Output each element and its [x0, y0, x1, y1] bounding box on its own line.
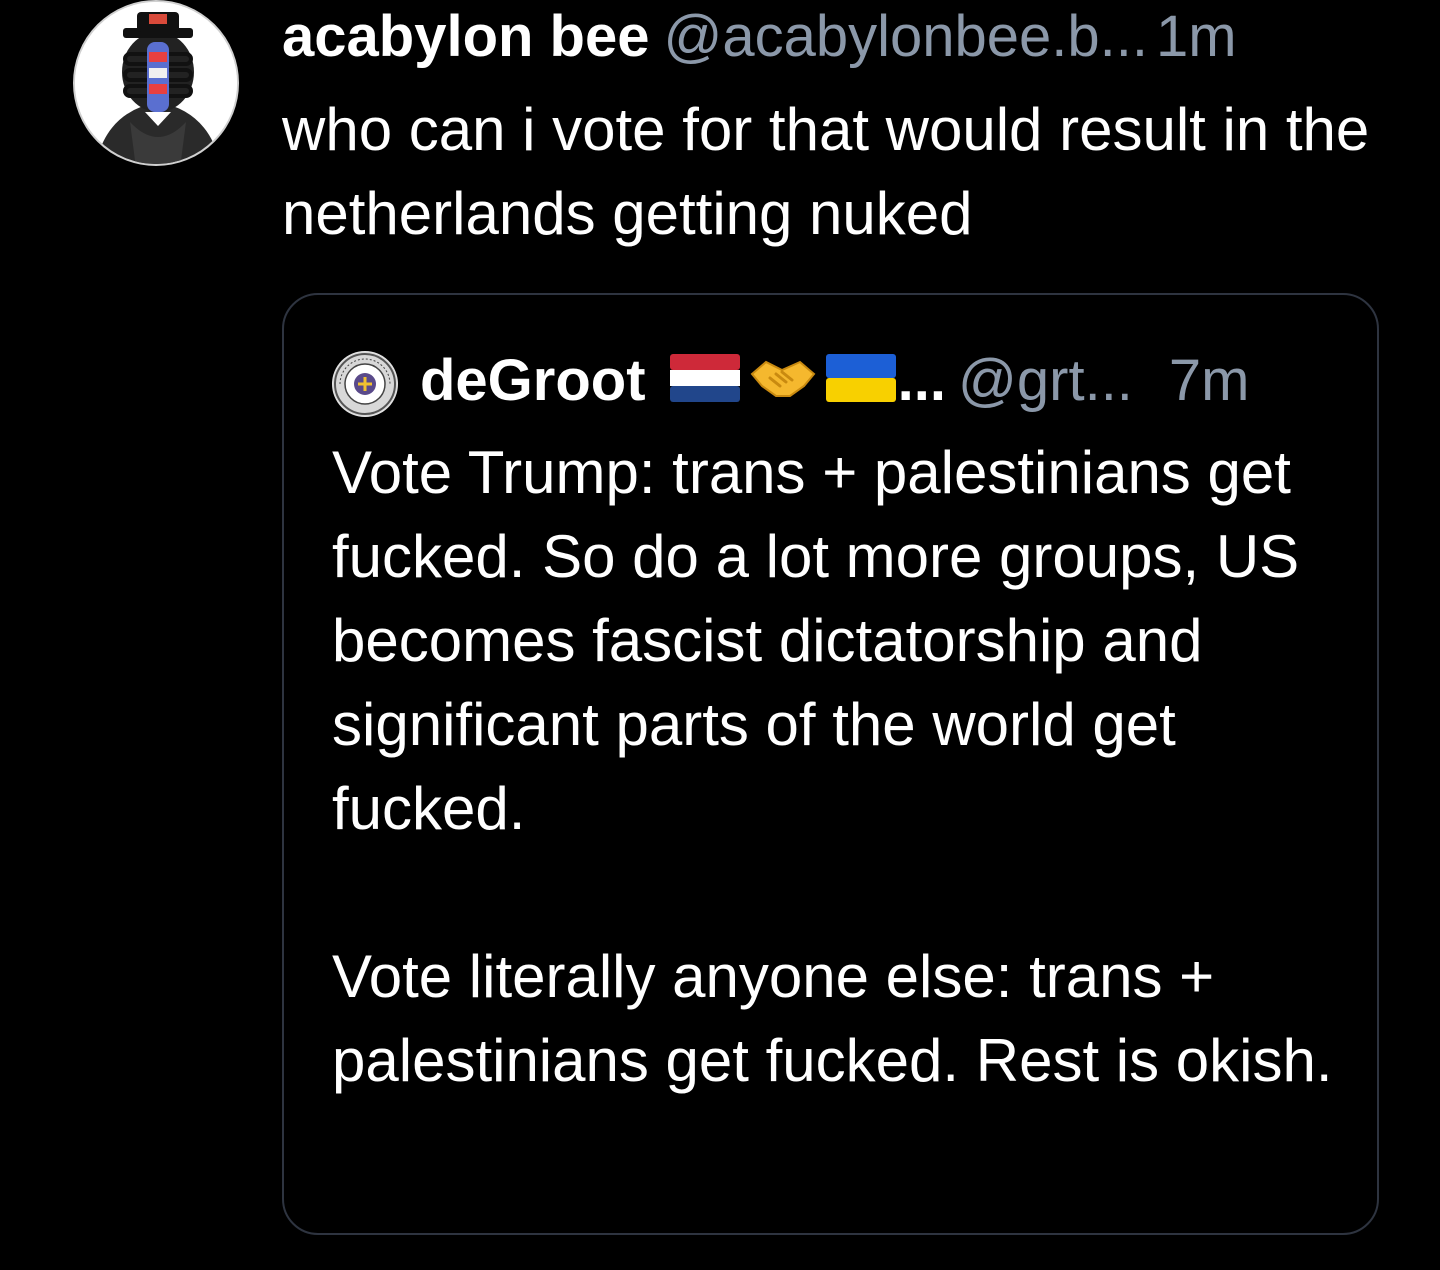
handshake-icon [748, 347, 818, 423]
badge-icon [333, 352, 397, 416]
quoted-post-paragraph: Vote Trump: trans + palestinians get fuc… [332, 439, 1300, 842]
ukraine-flag-icon [824, 347, 898, 423]
author-display-name[interactable]: acabylon bee [282, 4, 649, 69]
netherlands-flag-icon [668, 347, 742, 423]
quoted-post-header: deGroot ... @grt... 7m [420, 343, 1250, 419]
quoted-author-handle[interactable]: @grt... [958, 348, 1133, 413]
post-time[interactable]: 1m [1156, 4, 1237, 69]
name-truncation: ... [897, 348, 947, 413]
post-header: acabylon bee @acabylonbee.b... 1m [282, 2, 1237, 72]
author-handle[interactable]: @acabylonbee.b... [663, 4, 1148, 69]
quoted-post-paragraph: Vote literally anyone else: trans + pale… [332, 943, 1333, 1094]
post[interactable]: acabylon bee @acabylonbee.b... 1m who can … [0, 0, 1440, 1270]
quoted-author-display-name[interactable]: deGroot [420, 348, 646, 413]
quoted-post-text: Vote Trump: trans + palestinians get fuc… [332, 431, 1342, 1103]
post-text: who can i vote for that would result in … [282, 96, 1370, 247]
author-avatar[interactable] [73, 0, 239, 166]
quoted-author-avatar[interactable] [332, 351, 398, 417]
quoted-post-time[interactable]: 7m [1169, 348, 1250, 413]
quoted-post[interactable]: deGroot ... @grt... 7m Vote Trump: trans… [282, 293, 1379, 1235]
